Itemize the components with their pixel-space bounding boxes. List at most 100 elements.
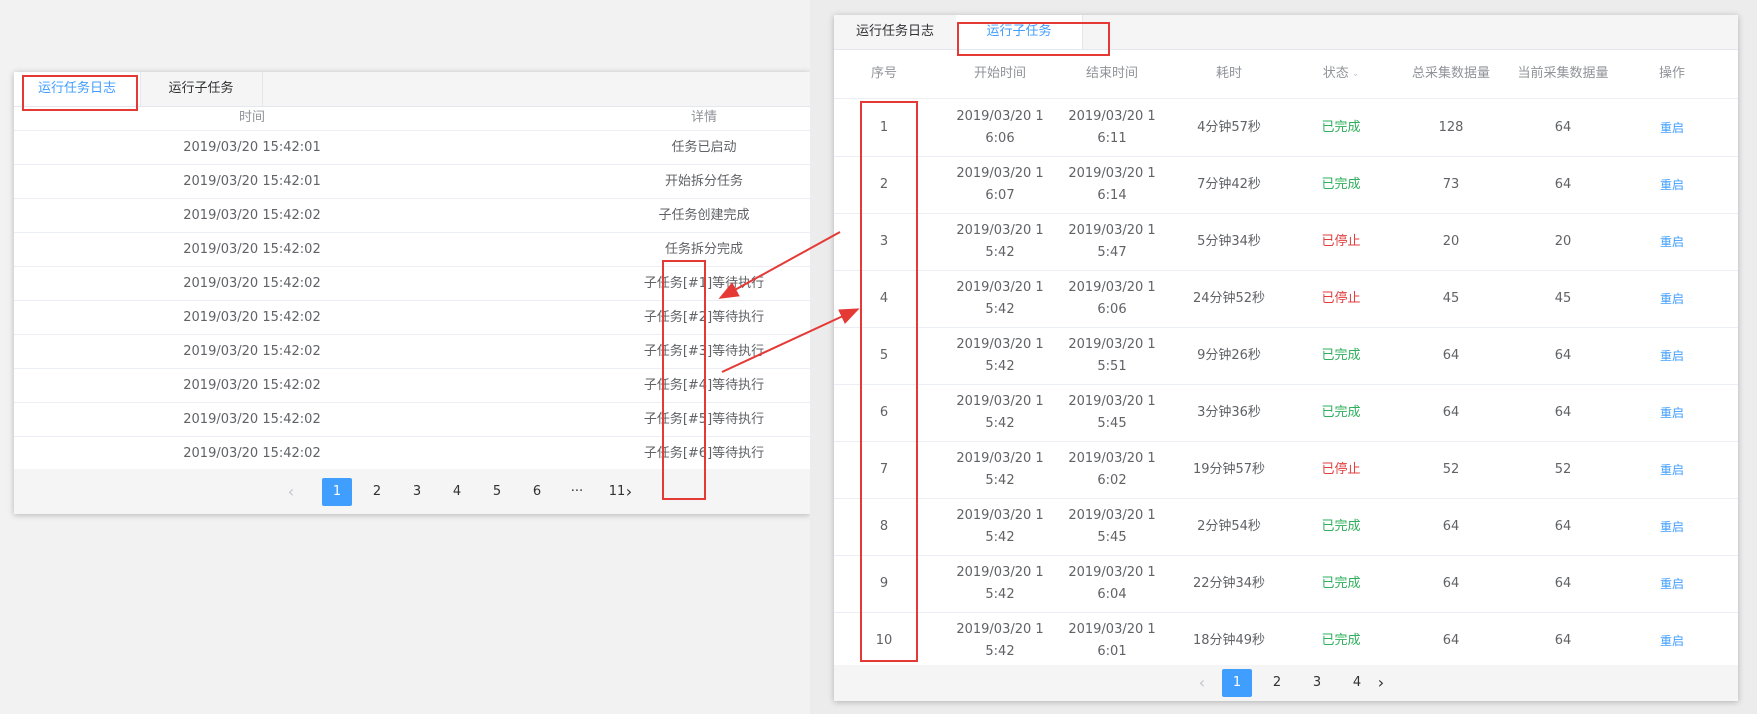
header-total-data: 总采集数据量 [1411,65,1490,81]
header-duration: 耗时 [1215,65,1242,81]
row-end-time: 2019/03/20 15:45 [1056,384,1168,441]
row-start-time: 2019/03/20 15:42 [944,327,1056,384]
row-total-data: 45 [1442,290,1460,306]
row-total-data: 20 [1442,233,1460,249]
prev-page-button[interactable]: ‹ [1187,669,1217,697]
next-page-button[interactable]: › [1366,669,1396,697]
log-time: 2019/03/20 15:42:02 [183,412,321,427]
log-time: 2019/03/20 15:42:02 [183,344,321,359]
page-button[interactable]: 3 [402,478,432,506]
status-badge: 已停止 [1321,461,1361,477]
row-end-time: 2019/03/20 16:06 [1056,270,1168,327]
end-time-text: 2019/03/20 15:51 [1068,336,1156,374]
start-time-text: 2019/03/20 15:42 [956,279,1044,317]
row-current-data: 64 [1554,518,1572,534]
page-button[interactable]: 2 [362,478,392,506]
restart-link[interactable]: 重启 [1616,270,1728,327]
start-time-text: 2019/03/20 15:42 [956,507,1044,545]
row-total-data: 73 [1442,176,1460,192]
header-operation: 操作 [1658,65,1685,81]
start-time-text: 2019/03/20 15:42 [956,450,1044,488]
restart-link[interactable]: 重启 [1616,555,1728,612]
table-row: 5 2019/03/20 15:42 2019/03/20 15:51 9分钟26秒已… [834,327,1738,385]
page-button[interactable]: 2 [1262,669,1292,697]
pager-ellipsis[interactable]: ··· [562,478,592,506]
log-time: 2019/03/20 15:42:02 [183,446,321,461]
log-detail: 开始拆分任务 [664,174,743,189]
status-badge: 已停止 [1321,233,1361,249]
table-row: 2019/03/20 15:42:01 任务已启动 [14,131,810,165]
restart-link[interactable]: 重启 [1616,327,1728,384]
page-button[interactable]: 4 [442,478,472,506]
page-button[interactable]: 3 [1302,669,1332,697]
row-end-time: 2019/03/20 15:45 [1056,498,1168,555]
row-current-data: 64 [1554,404,1572,420]
restart-link[interactable]: 重启 [1616,441,1728,498]
table-row: 7 2019/03/20 15:42 2019/03/20 16:02 19分钟57秒… [834,441,1738,499]
chevron-down-icon[interactable]: ⌄ [1352,63,1360,85]
end-time-text: 2019/03/20 16:04 [1068,564,1156,602]
log-time: 2019/03/20 15:42:01 [183,140,321,155]
restart-link[interactable]: 重启 [1616,99,1728,156]
page-button[interactable]: 1 [1222,669,1252,697]
end-time-text: 2019/03/20 16:11 [1068,108,1156,146]
page-button[interactable]: 6 [522,478,552,506]
restart-link[interactable]: 重启 [1616,384,1728,441]
prev-page-button[interactable]: ‹ [276,478,306,506]
tab-run-task-log[interactable]: 运行任务日志 [834,15,957,49]
row-end-time: 2019/03/20 15:47 [1056,213,1168,270]
status-badge: 已完成 [1321,176,1361,192]
header-status[interactable]: 状态 ⌄ [1290,49,1392,98]
row-current-data: 64 [1554,632,1572,648]
table-row: 4 2019/03/20 15:42 2019/03/20 16:06 24分钟52秒… [834,270,1738,328]
log-time: 2019/03/20 15:42:01 [183,174,321,189]
row-duration: 18分钟49秒 [1192,632,1266,648]
row-start-time: 2019/03/20 15:42 [944,384,1056,441]
page-button[interactable]: 1 [322,478,352,506]
restart-link[interactable]: 重启 [1616,213,1728,270]
row-total-data: 64 [1442,518,1460,534]
row-end-time: 2019/03/20 16:01 [1056,612,1168,669]
row-current-data: 64 [1554,119,1572,135]
log-time: 2019/03/20 15:42:02 [183,378,321,393]
tab-run-subtasks[interactable]: 运行子任务 [140,72,263,106]
log-detail: 任务已启动 [671,140,737,155]
status-badge: 已完成 [1321,119,1361,135]
restart-link[interactable]: 重启 [1616,156,1728,213]
table-row: 6 2019/03/20 15:42 2019/03/20 15:45 3分钟36秒已… [834,384,1738,442]
log-time: 2019/03/20 15:42:02 [183,242,321,257]
row-start-time: 2019/03/20 15:42 [944,555,1056,612]
table-row: 2019/03/20 15:42:02 子任务创建完成 [14,199,810,233]
row-start-time: 2019/03/20 15:42 [944,270,1056,327]
annotation-box-subtask-tab [957,22,1110,56]
start-time-text: 2019/03/20 16:07 [956,165,1044,203]
restart-link[interactable]: 重启 [1616,498,1728,555]
annotation-box-subtask-ids [662,260,706,500]
header-end-time: 结束时间 [1085,65,1138,81]
table-row: 8 2019/03/20 15:42 2019/03/20 15:45 2分钟54秒已… [834,498,1738,556]
log-detail: 子任务创建完成 [658,208,750,223]
row-total-data: 128 [1438,119,1464,135]
status-badge: 已完成 [1321,632,1361,648]
row-start-time: 2019/03/20 15:42 [944,498,1056,555]
table-row: 9 2019/03/20 15:42 2019/03/20 16:04 22分钟34秒… [834,555,1738,613]
row-duration: 2分钟54秒 [1197,518,1261,534]
page-button[interactable]: 5 [482,478,512,506]
row-current-data: 64 [1554,575,1572,591]
end-time-text: 2019/03/20 16:06 [1068,279,1156,317]
row-start-time: 2019/03/20 16:07 [944,156,1056,213]
status-badge: 已完成 [1321,347,1361,363]
header-current-data: 当前采集数据量 [1510,49,1616,98]
row-current-data: 52 [1554,461,1572,477]
table-row: 3 2019/03/20 15:42 2019/03/20 15:47 5分钟34秒已… [834,213,1738,271]
next-page-button[interactable]: › [614,478,644,506]
table-row: 2019/03/20 15:42:01 开始拆分任务 [14,165,810,199]
row-start-time: 2019/03/20 16:06 [944,99,1056,156]
header-time: 时间 [238,110,265,125]
row-total-data: 64 [1442,404,1460,420]
row-start-time: 2019/03/20 15:42 [944,612,1056,669]
table-row: 10 2019/03/20 15:42 2019/03/20 16:01 18分钟49… [834,612,1738,670]
annotation-box-log-tab [22,75,138,111]
restart-link[interactable]: 重启 [1616,612,1728,669]
row-current-data: 64 [1554,176,1572,192]
